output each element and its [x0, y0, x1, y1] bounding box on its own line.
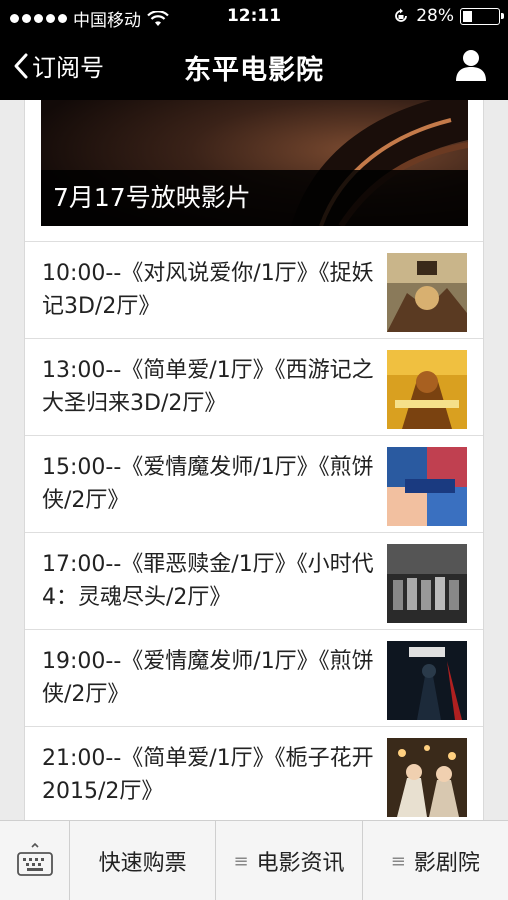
banner-image[interactable]: 7月17号放映影片 [41, 100, 468, 226]
schedule-row[interactable]: 15:00--《爱情魔发师/1厅》《煎饼侠/2厅》 [25, 435, 483, 532]
movie-poster-thumbnail[interactable] [387, 641, 467, 720]
schedule-text: 21:00--《简单爱/1厅》《栀子花开2015/2厅》 [42, 746, 374, 804]
bottom-menu: 快速购票 ≡ 电影资讯 ≡ 影剧院 [0, 820, 508, 900]
schedule-row[interactable]: 19:00--《爱情魔发师/1厅》《煎饼侠/2厅》 [25, 629, 483, 726]
menu-label: 快速购票 [98, 851, 187, 876]
banner-caption: 7月17号放映影片 [41, 170, 468, 226]
keyboard-icon [16, 842, 53, 876]
menu-label: 电影资讯 [256, 851, 345, 876]
person-icon [456, 50, 486, 81]
movie-poster-thumbnail[interactable] [387, 447, 467, 526]
poster-tiny-times-image [387, 544, 467, 623]
movie-poster-thumbnail[interactable] [387, 544, 467, 623]
back-button[interactable]: 订阅号 [12, 48, 104, 83]
keyboard-toggle-button[interactable] [0, 821, 70, 900]
status-bar: 中国移动 12:11 28% [0, 0, 508, 34]
menu-list-icon: ≡ [233, 850, 249, 872]
chevron-left-icon [14, 53, 28, 78]
battery-icon [460, 7, 504, 25]
schedule-text: 13:00--《简单爱/1厅》《西游记之大圣归来3D/2厅》 [42, 358, 374, 416]
schedule-text: 17:00--《罪恶赎金/1厅》《小时代4：灵魂尽头/2厅》 [42, 552, 374, 610]
schedule-row[interactable]: 17:00--《罪恶赎金/1厅》《小时代4：灵魂尽头/2厅》 [25, 532, 483, 629]
poster-monkey-king-image [387, 350, 467, 429]
menu-theater[interactable]: ≡ 影剧院 [363, 821, 508, 900]
schedule-text: 15:00--《爱情魔发师/1厅》《煎饼侠/2厅》 [42, 455, 374, 513]
profile-button[interactable] [454, 48, 488, 82]
schedule-text: 19:00--《爱情魔发师/1厅》《煎饼侠/2厅》 [42, 649, 374, 707]
menu-quick-ticket[interactable]: 快速购票 [70, 821, 217, 900]
movie-poster-thumbnail[interactable] [387, 253, 467, 332]
schedule-list: 10:00--《对风说爱你/1厅》《捉妖记3D/2厅》 13:00--《简单爱/… [25, 241, 483, 820]
poster-jianbing-man-image [387, 641, 467, 720]
schedule-row[interactable]: 21:00--《简单爱/1厅》《栀子花开2015/2厅》 [25, 726, 483, 820]
battery-percent: 28% [416, 6, 454, 26]
menu-label: 影剧院 [413, 851, 480, 876]
status-right: 28% [392, 6, 504, 26]
poster-forever-young-image [387, 738, 467, 817]
poster-hair-romance-image [387, 447, 467, 526]
menu-movie-news[interactable]: ≡ 电影资讯 [216, 821, 363, 900]
nav-bar: 订阅号 东平电影院 [0, 34, 508, 100]
schedule-row[interactable]: 13:00--《简单爱/1厅》《西游记之大圣归来3D/2厅》 [25, 338, 483, 435]
article-content[interactable]: 7月17号放映影片 10:00--《对风说爱你/1厅》《捉妖记3D/2厅》 13… [0, 100, 508, 820]
schedule-text: 10:00--《对风说爱你/1厅》《捉妖记3D/2厅》 [42, 261, 374, 319]
menu-list-icon: ≡ [390, 850, 406, 872]
rotation-lock-icon [395, 8, 408, 22]
article-card: 7月17号放映影片 10:00--《对风说爱你/1厅》《捉妖记3D/2厅》 13… [24, 100, 484, 820]
poster-monster-hunt-image [387, 253, 467, 332]
movie-poster-thumbnail[interactable] [387, 738, 467, 817]
schedule-row[interactable]: 10:00--《对风说爱你/1厅》《捉妖记3D/2厅》 [25, 241, 483, 338]
movie-poster-thumbnail[interactable] [387, 350, 467, 429]
back-label: 订阅号 [32, 54, 104, 82]
